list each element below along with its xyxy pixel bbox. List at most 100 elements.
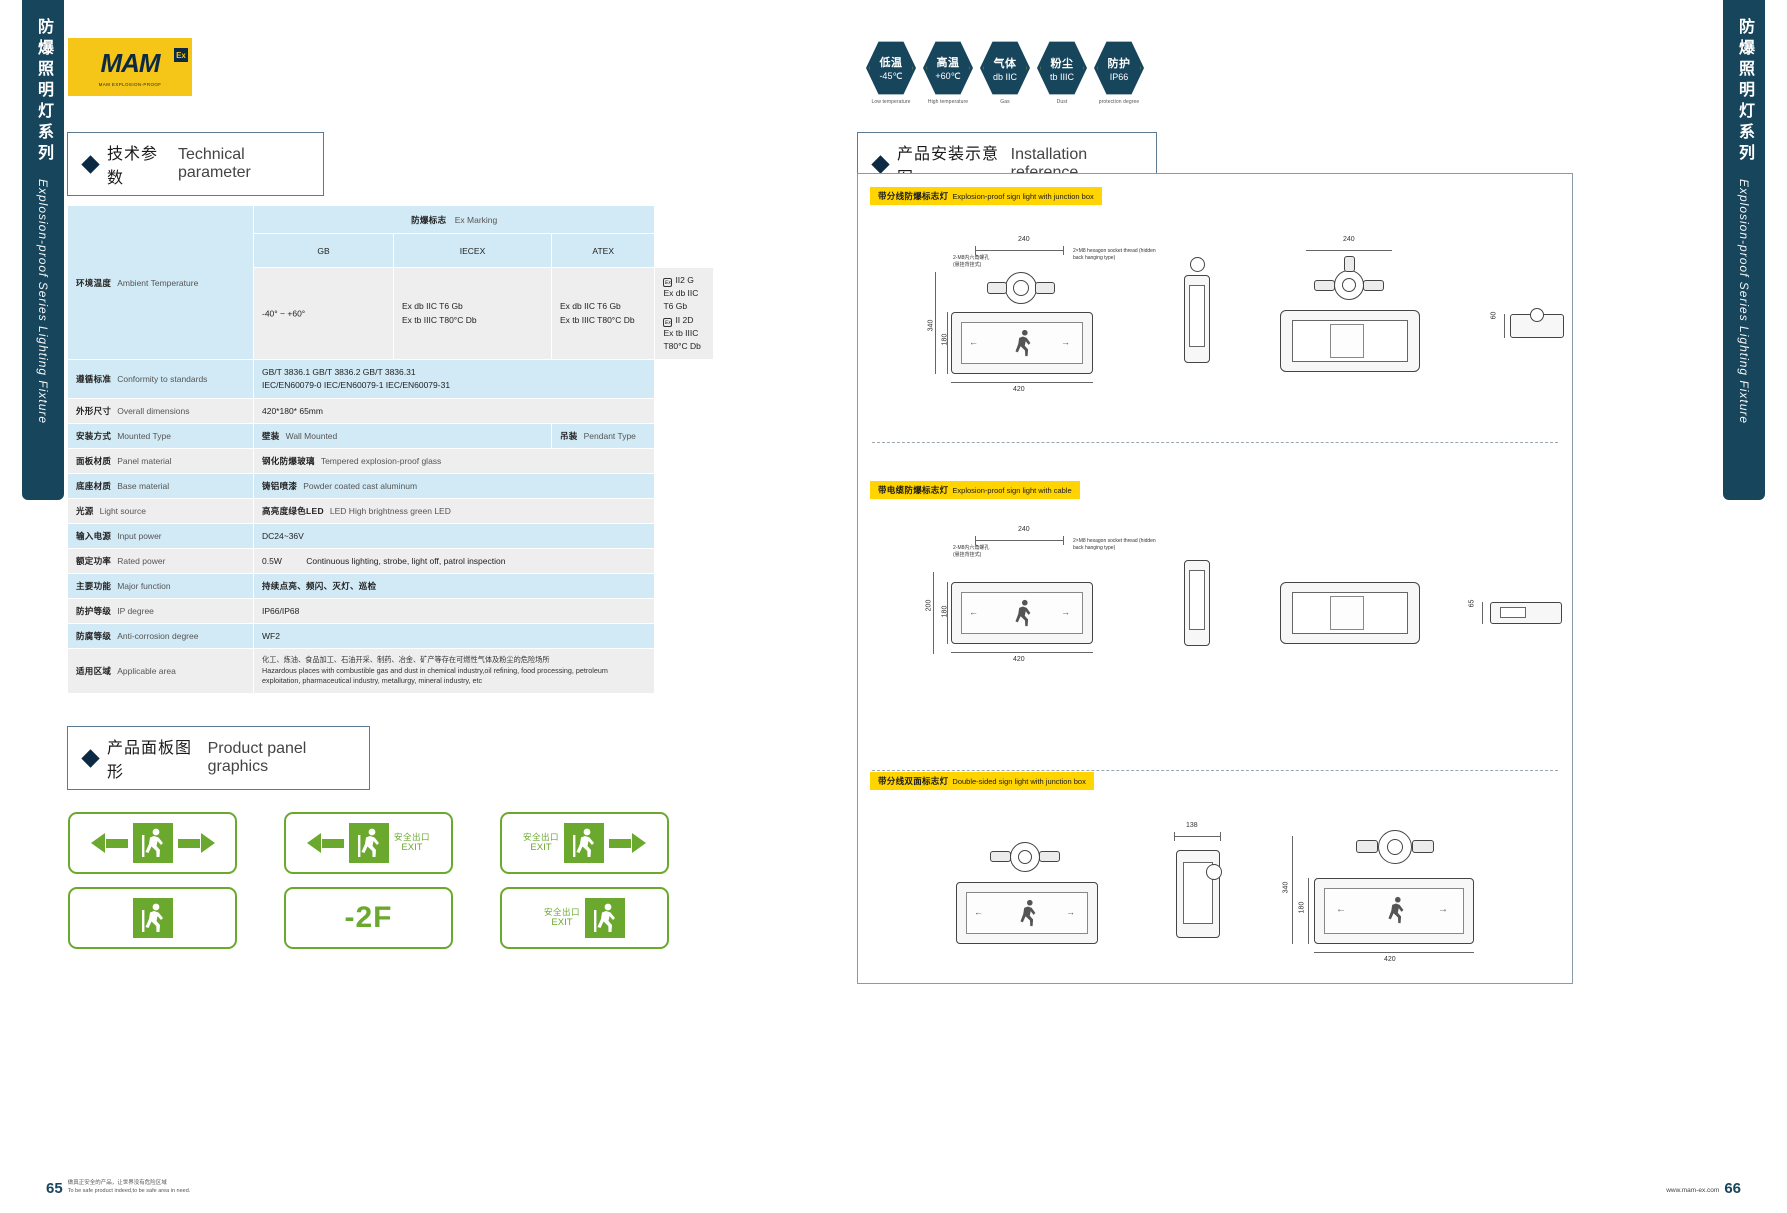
value-cn: 高亮度绿色LED [262, 506, 324, 517]
badge-caption: High temperature [927, 99, 969, 105]
cell-conformity-value: GB/T 3836.1 GB/T 3836.2 GB/T 3836.31 IEC… [252, 359, 656, 400]
dim-note-cn-1: 2-M8内六角螺孔 (悬挂背挂式) [953, 255, 990, 268]
dim-depth-60: 60 [1490, 311, 1498, 320]
page-number-left: 65 [46, 1180, 63, 1197]
section-title-cn: 技术参数 [107, 146, 159, 187]
divider-1 [872, 442, 1558, 443]
table-row-overall-dimensions: 外形尺寸 Overall dimensions 420*180* 65mm [67, 398, 714, 425]
product-panel-graphics-grid: 安全出口 EXIT 安全出口 EXIT -2F 安全出口 EXIT [68, 812, 688, 962]
cell-dimensions-value: 420*180* 65mm [252, 398, 656, 425]
panel-text-with-man: 安全出口 EXIT [500, 887, 669, 949]
cell-rated-power-label: 额定功率 Rated power [67, 548, 254, 575]
arrow-right-icon [177, 830, 215, 856]
badge-label-cn: 气体 [993, 57, 1017, 70]
drawing-front-view-3: ← → [918, 824, 1148, 984]
badge-gas: 气体 db IIC Gas [980, 40, 1030, 105]
badge-value: db IIC [992, 71, 1017, 82]
dim-note-en-2: 2×M8 hexagon socket thread (hidden back … [1073, 538, 1156, 551]
label-cn: 防护等级 [76, 606, 112, 617]
exit-text-en: EXIT [401, 842, 423, 854]
cell-panel-material-label: 面板材质 Panel material [67, 448, 254, 475]
running-man-icon [585, 898, 625, 938]
floor-label: -2F [344, 901, 393, 934]
rated-power-modes: Continuous lighting, strobe, light off, … [306, 556, 506, 567]
exit-text-cn: 安全出口 [543, 906, 580, 917]
panel-text-with-arrow-right: 安全出口 EXIT [500, 812, 669, 874]
arrow-left-icon [90, 830, 128, 856]
dim-left-200: 200 [925, 599, 933, 612]
panel-row-1: 安全出口 EXIT 安全出口 EXIT [68, 812, 688, 874]
cell-col-iecex: IECEX [393, 233, 552, 268]
side-tab-right-title-cn: 防爆照明灯系列 [1736, 18, 1753, 165]
badge-caption: Gas [1000, 99, 1010, 105]
badge-label-cn: 防护 [1107, 57, 1131, 70]
cell-applicable-area-value: 化工、炼油、食品加工、石油开采、制药、冶金、矿产等存在可燃性气体及粉尘的危险场所… [252, 648, 656, 694]
label-cn: 额定功率 [76, 556, 112, 567]
footer-slogan: 做真正安全的产品，让世界没有危险区域 To be safe product in… [68, 1179, 191, 1198]
label-cn: 遵循标准 [76, 374, 112, 385]
cell-col-atex: ATEX [550, 233, 656, 268]
badge-value: tb IIIC [1049, 71, 1074, 82]
wall-mounted-en: Wall Mounted [285, 431, 338, 442]
cell-major-function-label: 主要功能 Major function [67, 573, 254, 600]
drawing-double-sided-view: ← → 340 180 420 [1266, 812, 1546, 992]
footer-left: 65 做真正安全的产品，让世界没有危险区域 To be safe product… [46, 1179, 190, 1198]
side-tab-right: 防爆照明灯系列 Explosion-proof Series Lighting … [1723, 0, 1765, 500]
cell-base-material-value: 铸铝喷漆 Powder coated cast aluminum [252, 473, 656, 500]
value-en: Powder coated cast aluminum [303, 481, 418, 492]
install-label-cn: 带电缆防爆标志灯 [878, 485, 949, 495]
atex-line-1-wrap: Ex II2 G Ex db IIC T6 Gb [663, 274, 705, 314]
panel-arrow-left-with-text: 安全出口 EXIT [284, 812, 453, 874]
badge-label-cn: 高温 [936, 57, 960, 69]
gb-line-1: Ex db IIC T6 Gb [402, 301, 463, 312]
dim-depth-65: 65 [1468, 599, 1476, 608]
value-cn: 铸铝喷漆 [262, 481, 298, 492]
label-en: Ambient Temperature [117, 277, 199, 288]
label-cn: 底座材质 [76, 481, 112, 492]
value-en: Tempered explosion-proof glass [320, 456, 442, 467]
badge-low-temperature: 低温 -45℃ Low temperature [866, 40, 916, 105]
exit-text-en: EXIT [551, 917, 573, 929]
cell-atex-marking: Ex II2 G Ex db IIC T6 Gb Ex II 2D Ex tb II… [654, 266, 714, 361]
side-tab-right-title-en: Explosion-proof Series Lighting Fixture [1737, 179, 1751, 425]
ex-hexagon-icon: Ex [663, 317, 673, 327]
label-cn: 主要功能 [76, 581, 112, 592]
cell-iecex-marking: Ex db IIC T6 Gb Ex tb IIIC T80°C Db [550, 266, 656, 361]
cell-col-gb: GB [253, 233, 394, 268]
install-label-double-sided: 带分线双面标志灯 Double-sided sign light with jun… [870, 772, 1094, 790]
drawing-depth-view-1: 60 [1488, 294, 1568, 364]
hexagon-icon: 气体 db IIC [980, 41, 1030, 95]
badge-caption: protection degree [1098, 99, 1140, 105]
cell-gb-marking: Ex db IIC T6 Gb Ex tb IIIC T80°C Db [393, 266, 552, 361]
section-title-cn: 产品面板图形 [107, 740, 193, 781]
label-en: Input power [117, 531, 162, 542]
cell-light-source-label: 光源 Light source [67, 498, 254, 525]
install-label-en: Double-sided sign light with junction bo… [952, 777, 1086, 786]
install-label-en: Explosion-proof sign light with junction… [952, 192, 1094, 201]
hexagon-icon: 高温 +60℃ [923, 41, 973, 95]
exit-text-en: EXIT [530, 842, 552, 854]
cell-panel-material-value: 钢化防爆玻璃 Tempered explosion-proof glass [252, 448, 656, 475]
diamond-icon [81, 154, 100, 174]
table-row-anti-corrosion: 防腐等级 Anti-corrosion degree WF2 [67, 623, 714, 650]
hexagon-icon: 低温 -45℃ [866, 41, 916, 95]
cell-input-power-value: DC24~36V [252, 523, 656, 550]
diamond-icon [81, 748, 100, 768]
dim-bottom-420: 420 [1013, 386, 1025, 393]
table-row-rated-power: 额定功率 Rated power 0.5W Continuous lighting… [67, 548, 714, 575]
dim-note-cn-2: 2-M8内六角螺孔 (悬挂背挂式) [953, 545, 990, 558]
running-man-icon [348, 823, 389, 863]
side-tab-left: 防爆照明灯系列 Explosion-proof Series Lighting … [22, 0, 64, 500]
label-en: Major function [117, 581, 171, 592]
cell-base-material-label: 底座材质 Base material [67, 473, 254, 500]
table-row-light-source: 光源 Light source 高亮度绿色LED LED High brightne… [67, 498, 714, 525]
value-en: LED High brightness green LED [329, 506, 451, 517]
arrow-left-icon [306, 830, 344, 856]
section-header-technical-parameter: 技术参数 Technical parameter [67, 132, 324, 196]
pendant-en: Pendant Type [583, 431, 636, 442]
sign-graphic-icon [1381, 894, 1409, 926]
badge-caption: Dust [1056, 99, 1068, 105]
dim-right-180: 180 [1298, 901, 1306, 914]
page-number-right: 66 [1724, 1180, 1741, 1197]
cell-ip-degree-value: IP66/IP68 [252, 598, 656, 625]
